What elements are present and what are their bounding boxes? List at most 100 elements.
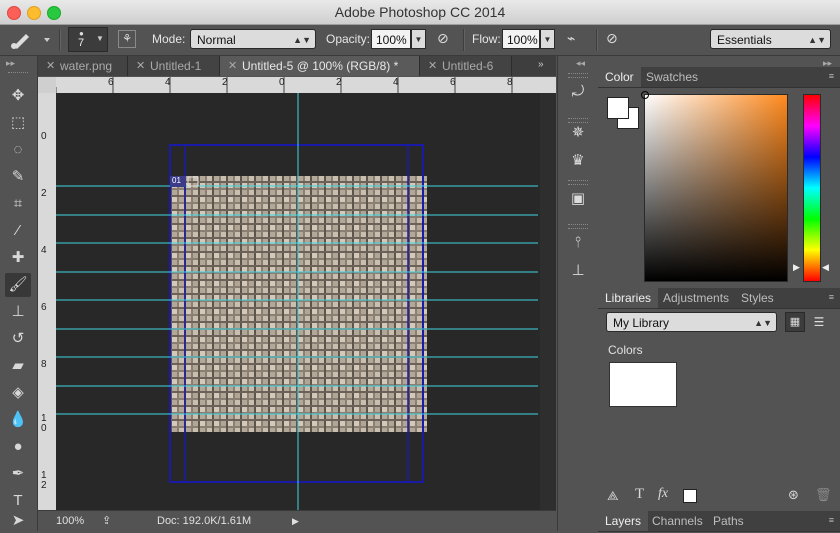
clone-stamp-tool[interactable]: ⊥ <box>5 300 31 324</box>
grid-view-icon[interactable]: ▦ <box>785 312 805 332</box>
vertical-scrollbar[interactable] <box>540 77 556 510</box>
paint-bucket-tool[interactable]: ◈ <box>5 381 31 405</box>
close-tab-icon[interactable]: ✕ <box>428 56 437 76</box>
hue-slider[interactable] <box>803 94 821 282</box>
chevron-down-icon: ▼ <box>96 34 104 43</box>
dock-grip[interactable] <box>568 180 588 185</box>
foreground-color-swatch-top[interactable] <box>607 97 629 119</box>
tab-channels[interactable]: Channels <box>645 511 710 531</box>
toolbox-grip[interactable] <box>8 72 28 73</box>
ruler-horizontal[interactable]: 6 4 2 0 2 4 6 8 <box>56 77 556 93</box>
quick-selection-tool[interactable]: ✎ <box>5 165 31 189</box>
tab-water[interactable]: ✕ water.png <box>38 56 128 76</box>
properties-button[interactable]: ▣ <box>567 188 589 210</box>
add-character-style-icon[interactable]: T <box>635 486 644 503</box>
color-picker-cursor[interactable] <box>641 91 649 99</box>
share-icon[interactable]: ⇪ <box>102 511 111 531</box>
dock-grip[interactable] <box>568 73 588 78</box>
add-color-icon[interactable] <box>683 489 697 503</box>
opacity-dropdown-button[interactable]: ▼ <box>411 29 426 49</box>
zoom-window-button[interactable] <box>47 6 61 20</box>
canvas-area[interactable]: 01 <box>38 77 556 510</box>
separator <box>59 29 61 51</box>
ruler-tick-label: 1 0 <box>41 413 47 434</box>
brush-tool[interactable]: 🖌 <box>5 273 31 297</box>
tab-layers[interactable]: Layers <box>598 511 649 531</box>
blur-tool[interactable]: 💧 <box>5 408 31 432</box>
crop-tool[interactable]: ⌗ <box>5 192 31 216</box>
collapse-toolbox-icon[interactable]: ▸▸ <box>6 58 15 69</box>
workspace-select[interactable]: Essentials ▲▼ <box>710 29 831 49</box>
collapsed-panel-dock: ◂◂ ⤾ ✵ ♛ ▣ ⫯ ⊥ <box>557 56 599 531</box>
color-picker-field[interactable] <box>644 94 788 282</box>
navigator-icon: ✵ <box>571 124 585 141</box>
panel-menu-icon[interactable]: ≡ <box>823 71 834 81</box>
flow-dropdown-button[interactable]: ▼ <box>540 29 555 49</box>
move-tool[interactable]: ✥ <box>5 84 31 108</box>
close-tab-icon[interactable]: ✕ <box>228 56 237 76</box>
list-view-icon[interactable]: ☰ <box>809 312 829 332</box>
add-graphic-icon[interactable]: ⟁ <box>607 488 619 504</box>
tab-styles[interactable]: Styles <box>734 288 781 308</box>
airbrush-icon[interactable]: ⌁ <box>567 30 587 50</box>
more-tabs-icon[interactable]: » <box>538 59 544 70</box>
marquee-tool[interactable]: ⬚ <box>5 111 31 135</box>
tab-paths[interactable]: Paths <box>706 511 751 531</box>
trash-icon[interactable]: 🗑 <box>815 487 832 503</box>
mode-select[interactable]: Normal ▲▼ <box>190 29 316 49</box>
tab-libraries[interactable]: Libraries <box>598 288 659 308</box>
tab-untitled-5[interactable]: ✕ Untitled-5 @ 100% (RGB/8) * <box>220 56 420 76</box>
tab-untitled-6[interactable]: ✕ Untitled-6 <box>420 56 512 76</box>
navigator-button[interactable]: ✵ <box>567 122 589 144</box>
document-canvas[interactable] <box>38 77 556 510</box>
path-selection-tool[interactable]: ➤ <box>5 509 31 533</box>
minimize-window-button[interactable] <box>27 6 41 20</box>
lasso-tool[interactable]: ◌ <box>5 138 31 162</box>
close-tab-icon[interactable]: ✕ <box>46 56 55 76</box>
history-brush-tool[interactable]: ↺ <box>5 327 31 351</box>
histogram-button[interactable]: ♛ <box>567 150 589 172</box>
opacity-input[interactable]: 100% <box>371 29 411 49</box>
ruler-vertical[interactable]: 0 2 4 6 8 1 0 1 2 <box>38 93 56 510</box>
updown-arrow-icon: ▲▼ <box>293 35 311 45</box>
close-window-button[interactable] <box>7 6 21 20</box>
dodge-tool[interactable]: ● <box>5 435 31 459</box>
zoom-level[interactable]: 100% <box>56 511 84 531</box>
eraser-tool[interactable]: ▰ <box>5 354 31 378</box>
tab-swatches[interactable]: Swatches <box>639 67 705 87</box>
mode-value: Normal <box>197 33 236 47</box>
pressure-opacity-icon[interactable]: ⊘ <box>437 30 457 50</box>
ruler-origin[interactable] <box>38 77 56 93</box>
flow-input[interactable]: 100% <box>502 29 540 49</box>
window-title: Adobe Photoshop CC 2014 <box>334 4 506 20</box>
status-menu-arrow-icon[interactable]: ▶ <box>292 511 299 531</box>
collapse-dock-icon[interactable]: ◂◂ <box>576 58 585 69</box>
separator <box>596 29 598 51</box>
eyedropper-tool[interactable]: ⁄ <box>5 219 31 243</box>
add-layer-style-icon[interactable]: fx <box>658 486 668 502</box>
history-button[interactable]: ⤾ <box>567 81 589 103</box>
pressure-size-icon[interactable]: ⊘ <box>606 30 626 50</box>
tool-preset-picker[interactable] <box>8 28 52 50</box>
clone-source-button[interactable]: ⊥ <box>567 260 589 282</box>
hue-slider-handle-icon-right[interactable]: ◀ <box>822 262 829 273</box>
tab-label: water.png <box>60 59 113 73</box>
brush-size-picker[interactable]: ● 7 ▼ <box>68 27 108 52</box>
ruler-ticks <box>56 77 513 93</box>
library-color-swatch[interactable] <box>609 362 677 407</box>
brush-presets-button[interactable]: ⫯ <box>567 232 589 254</box>
library-select[interactable]: My Library ▲▼ <box>606 312 777 332</box>
tab-untitled-1[interactable]: ✕ Untitled-1 <box>128 56 220 76</box>
tab-color[interactable]: Color <box>598 67 641 87</box>
creative-cloud-icon[interactable]: ⊛ <box>788 487 799 503</box>
healing-brush-tool[interactable]: ✚ <box>5 246 31 270</box>
panel-menu-icon[interactable]: ≡ <box>823 292 834 302</box>
dock-grip[interactable] <box>568 224 588 229</box>
separator <box>463 29 465 51</box>
tab-adjustments[interactable]: Adjustments <box>656 288 736 308</box>
brush-panel-toggle-icon[interactable]: ⚘ <box>118 30 136 48</box>
close-tab-icon[interactable]: ✕ <box>136 56 145 76</box>
panel-menu-icon[interactable]: ≡ <box>823 515 834 525</box>
hue-slider-handle-icon[interactable]: ▶ <box>793 262 800 273</box>
pen-tool[interactable]: ✒ <box>5 462 31 486</box>
